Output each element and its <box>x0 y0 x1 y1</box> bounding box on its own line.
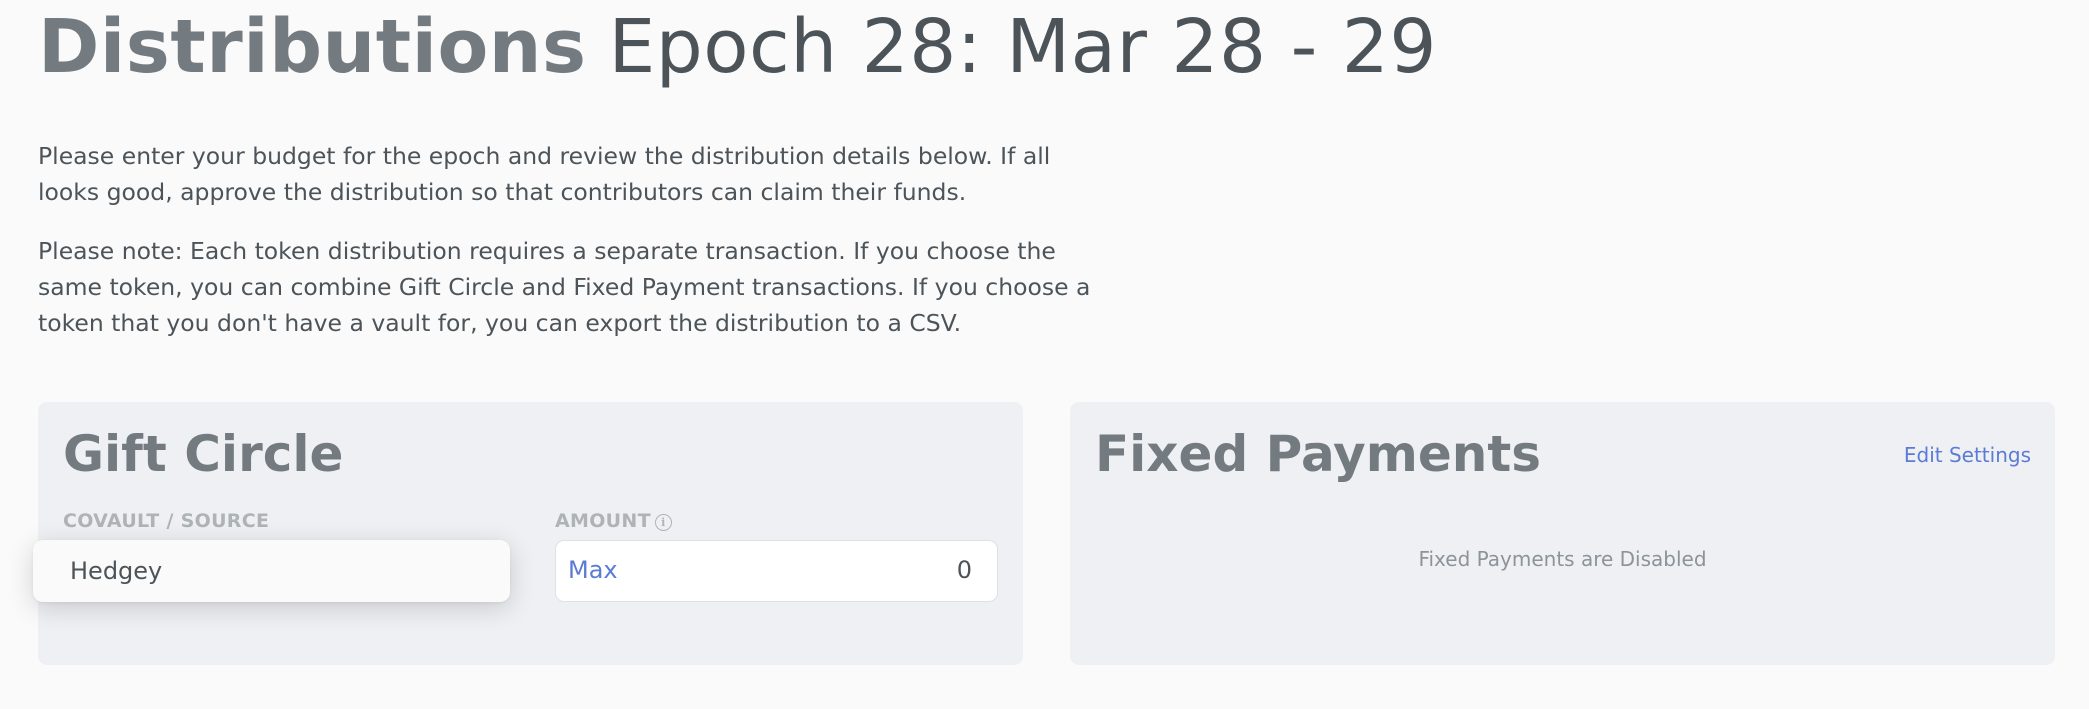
intro-paragraph: Please enter your budget for the epoch a… <box>38 142 1051 206</box>
max-button[interactable]: Max <box>568 541 618 600</box>
page-title-main: Distributions <box>38 4 587 90</box>
epoch-title: Epoch 28: Mar 28 - 29 <box>608 4 1437 90</box>
source-selected-value: Hedgey <box>70 557 163 585</box>
source-label: COVAULT / SOURCE <box>63 510 270 532</box>
distributions-page: Distributions Epoch 28: Mar 28 - 29 Pleas… <box>0 0 2089 709</box>
fixed-payments-panel: Fixed Payments Edit Settings Fixed Payme… <box>1070 402 2055 665</box>
page-title: Distributions Epoch 28: Mar 28 - 29 <box>38 2 1437 92</box>
source-select[interactable]: Hedgey <box>33 540 510 602</box>
gift-circle-title: Gift Circle <box>63 425 344 483</box>
amount-label-text: AMOUNT <box>555 510 651 532</box>
info-icon[interactable]: i <box>654 514 672 531</box>
note-paragraph: Please note: Each token distribution req… <box>38 237 1091 337</box>
edit-settings-link[interactable]: Edit Settings <box>1904 440 2031 470</box>
amount-value[interactable]: 0 <box>957 541 972 600</box>
gift-circle-panel: Gift Circle COVAULT / SOURCE AMOUNT i Hed… <box>33 402 1023 665</box>
fixed-payments-title: Fixed Payments <box>1095 425 1542 483</box>
amount-input[interactable]: Max 0 <box>555 540 998 602</box>
amount-label: AMOUNT i <box>555 509 672 533</box>
fixed-payments-disabled-message: Fixed Payments are Disabled <box>1418 547 1707 571</box>
